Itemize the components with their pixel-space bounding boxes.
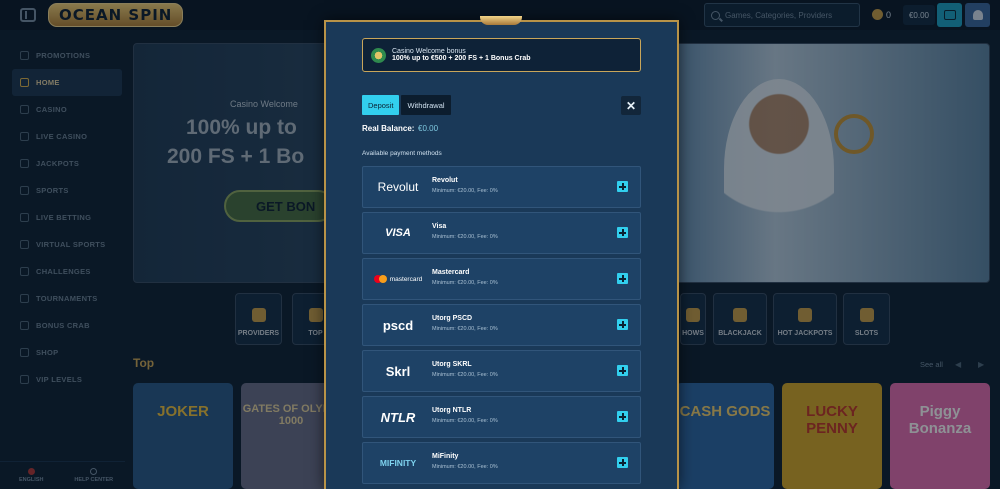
add-icon[interactable] — [617, 365, 628, 376]
real-balance-label: Real Balance: — [362, 124, 415, 133]
payment-method-name: Mastercard — [432, 269, 470, 276]
payment-method-list: Revolut Revolut Minimum: €20.00, Fee: 0%… — [362, 166, 641, 488]
payment-method-name: Revolut — [432, 177, 458, 184]
payment-method-fee: Minimum: €20.00, Fee: 0% — [432, 280, 498, 286]
payment-method-revolut[interactable]: Revolut Revolut Minimum: €20.00, Fee: 0% — [362, 166, 641, 208]
add-icon[interactable] — [617, 273, 628, 284]
payment-method-utorg-skrl[interactable]: Skrl Utorg SKRL Minimum: €20.00, Fee: 0% — [362, 350, 641, 392]
payment-method-name: MiFinity — [432, 453, 459, 460]
mastercard-logo-group: mastercard — [369, 266, 427, 292]
payment-method-name: Utorg SKRL — [432, 361, 472, 368]
payment-method-name: Utorg PSCD — [432, 315, 473, 322]
skrl-logo: Skrl — [385, 363, 411, 379]
payment-method-fee: Minimum: €20.00, Fee: 0% — [432, 418, 498, 424]
add-icon[interactable] — [617, 411, 628, 422]
tab-withdrawal[interactable]: Withdrawal — [401, 95, 451, 115]
promo-kicker: Casino Welcome bonus — [392, 48, 466, 55]
payment-method-fee: Minimum: €20.00, Fee: 0% — [432, 464, 498, 470]
visa-logo: VISA — [385, 227, 411, 239]
payment-method-fee: Minimum: €20.00, Fee: 0% — [432, 188, 498, 194]
deposit-modal: Casino Welcome bonus 100% up to €500 + 2… — [324, 20, 679, 489]
add-icon[interactable] — [617, 181, 628, 192]
promo-bonus-card[interactable]: Casino Welcome bonus 100% up to €500 + 2… — [362, 38, 641, 72]
payment-method-mifinity[interactable]: MIFINITY MiFinity Minimum: €20.00, Fee: … — [362, 442, 641, 484]
payment-method-fee: Minimum: €20.00, Fee: 0% — [432, 372, 498, 378]
mifinity-logo: MIFINITY — [379, 458, 417, 468]
mastercard-circle-orange — [378, 275, 387, 283]
add-icon[interactable] — [617, 457, 628, 468]
close-icon[interactable]: ✕ — [621, 96, 641, 115]
payment-method-utorg-ntlr[interactable]: NTLR Utorg NTLR Minimum: €20.00, Fee: 0% — [362, 396, 641, 438]
tab-deposit[interactable]: Deposit — [362, 95, 400, 115]
payment-method-name: Visa — [432, 223, 447, 230]
add-icon[interactable] — [617, 319, 628, 330]
modal-ornament — [480, 16, 522, 25]
add-icon[interactable] — [617, 227, 628, 238]
payment-method-fee: Minimum: €20.00, Fee: 0% — [432, 234, 498, 240]
payment-method-utorg-pscd[interactable]: pscd Utorg PSCD Minimum: €20.00, Fee: 0% — [362, 304, 641, 346]
payment-methods-title: Available payment methods — [362, 150, 442, 157]
promo-text-group: Casino Welcome bonus 100% up to €500 + 2… — [392, 48, 531, 62]
payment-method-name: Utorg NTLR — [432, 407, 472, 414]
pscd-logo: pscd — [382, 317, 414, 333]
revolut-logo: Revolut — [377, 180, 419, 194]
real-balance-value: €0.00 — [418, 124, 439, 133]
payment-method-fee: Minimum: €20.00, Fee: 0% — [432, 326, 498, 332]
payment-method-visa[interactable]: VISA Visa Minimum: €20.00, Fee: 0% — [362, 212, 641, 254]
mastercard-logo: mastercard — [389, 275, 423, 283]
cashier-tabs: Deposit Withdrawal — [362, 95, 451, 115]
promo-text: 100% up to €500 + 200 FS + 1 Bonus Crab — [392, 55, 531, 62]
payment-method-mastercard[interactable]: mastercard Mastercard Minimum: €20.00, F… — [362, 258, 641, 300]
bonus-icon — [371, 47, 386, 63]
ntlr-logo: NTLR — [380, 409, 416, 425]
